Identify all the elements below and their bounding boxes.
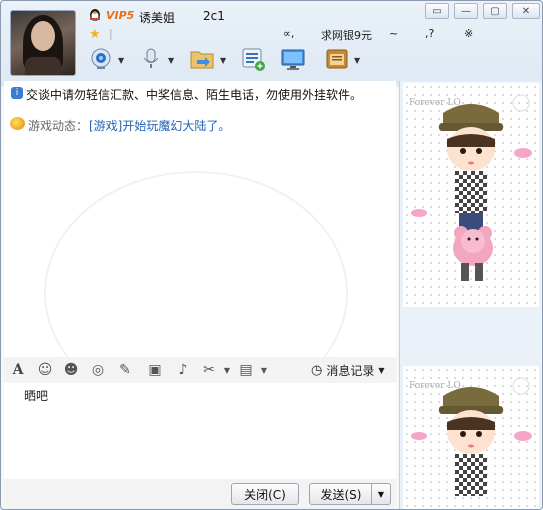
magic-face-icon[interactable]: ☻ bbox=[61, 360, 81, 380]
cartoon-girl-show-icon: Forever LO bbox=[409, 94, 532, 281]
close-chat-button[interactable]: 关闭(C) bbox=[231, 483, 299, 505]
voice-call-button[interactable] bbox=[137, 45, 165, 73]
screenshot-dropdown-arrow-icon[interactable]: ▼ bbox=[217, 360, 237, 380]
signature-part: ,? bbox=[425, 27, 435, 40]
add-list-icon bbox=[242, 48, 265, 71]
minimize-button[interactable]: — bbox=[454, 3, 478, 19]
signature-part: 求网银9元 bbox=[321, 29, 372, 42]
maximize-button[interactable]: ▢ bbox=[483, 3, 507, 19]
webcam-icon bbox=[91, 48, 111, 69]
game-activity-link[interactable]: [游戏]开始玩魔幻大陆了。 bbox=[89, 117, 230, 134]
signature-divider: | bbox=[109, 27, 113, 40]
send-file-button[interactable] bbox=[188, 45, 216, 73]
remote-assist-button[interactable] bbox=[279, 45, 307, 73]
contact-show-avatar[interactable]: Forever LO bbox=[403, 83, 539, 307]
game-activity-label: 游戏动态： bbox=[28, 119, 89, 133]
file-dropdown-arrow-icon[interactable]: ▼ bbox=[220, 56, 226, 65]
music-icon[interactable]: ♪ bbox=[173, 360, 193, 380]
emoji-icon[interactable]: ☺ bbox=[35, 360, 55, 380]
send-options-dropdown-arrow-icon[interactable]: ▼ bbox=[371, 483, 391, 505]
avatar-body bbox=[25, 57, 61, 75]
font-button[interactable]: A bbox=[8, 360, 28, 380]
security-warning-text: 交谈中请勿轻信汇款、中奖信息、陌生电话，勿使用外挂软件。 bbox=[26, 88, 363, 102]
contact-nickname: 诱美姐 bbox=[139, 11, 176, 25]
app-dropdown-arrow-icon[interactable]: ▼ bbox=[354, 56, 360, 65]
message-area[interactable]: i 交谈中请勿轻信汇款、中奖信息、陌生电话，勿使用外挂软件。 游戏动态： [游戏… bbox=[4, 81, 396, 415]
avatar-face bbox=[31, 21, 55, 51]
folder-arrow-icon bbox=[190, 51, 214, 69]
screenshot-scissors-icon[interactable]: ✂ bbox=[199, 360, 219, 380]
create-discussion-button[interactable] bbox=[239, 45, 267, 73]
contact-avatar[interactable] bbox=[10, 10, 76, 76]
app-menu-button[interactable] bbox=[323, 45, 351, 73]
signature-part: ∝, bbox=[283, 27, 295, 40]
format-toolbar: A ☺ ☻ ◎ ✎ ▣ ♪ ✂ ▼ ▤ ▼ ◷ 消息记录 ▼ bbox=[4, 357, 396, 383]
level-star-icon: ★ bbox=[89, 27, 101, 42]
message-input[interactable]: 晒吧 bbox=[4, 383, 396, 479]
cartoon-girl-show-icon: Forever LO bbox=[409, 377, 532, 496]
video-call-button[interactable] bbox=[87, 45, 115, 73]
message-input-text: 晒吧 bbox=[24, 389, 49, 403]
my-show-avatar[interactable]: Forever LO bbox=[403, 366, 539, 509]
bottom-bar: 关闭(C) 发送(S) ▼ bbox=[4, 479, 396, 509]
signature-part: ~ bbox=[389, 27, 399, 40]
doodle-icon[interactable]: ✎ bbox=[115, 360, 135, 380]
calendar-icon[interactable]: ▤ bbox=[236, 360, 256, 380]
qq-penguin-icon bbox=[90, 9, 100, 21]
monitor-icon bbox=[281, 49, 305, 70]
microphone-icon bbox=[143, 48, 159, 68]
show-sidebar: Forever LO Forever LO bbox=[399, 81, 542, 509]
app-box-icon bbox=[326, 49, 348, 69]
contact-nickname-suffix: 2c1 bbox=[203, 9, 225, 23]
chat-window: ▭ — ▢ ✕ VIP5 诱美姐 2c1 ★ | ∝, 求网银9元 ~ ,? ※… bbox=[0, 0, 543, 510]
calendar-dropdown-arrow-icon[interactable]: ▼ bbox=[254, 360, 274, 380]
show-text: Forever LO bbox=[409, 381, 461, 391]
vibrate-icon[interactable]: ◎ bbox=[88, 360, 108, 380]
security-shield-icon: i bbox=[11, 87, 23, 99]
signature-part: ※ bbox=[464, 27, 474, 40]
video-dropdown-arrow-icon[interactable]: ▼ bbox=[118, 56, 124, 65]
voice-dropdown-arrow-icon[interactable]: ▼ bbox=[168, 56, 174, 65]
send-image-icon[interactable]: ▣ bbox=[145, 360, 165, 380]
skin-button[interactable]: ▭ bbox=[425, 3, 449, 19]
message-history-button[interactable]: ◷ 消息记录 ▼ bbox=[311, 362, 385, 379]
clock-icon: ◷ bbox=[311, 363, 323, 378]
close-window-button[interactable]: ✕ bbox=[512, 3, 540, 19]
history-dropdown-arrow-icon: ▼ bbox=[378, 366, 385, 375]
game-activity-icon bbox=[10, 117, 25, 130]
send-button[interactable]: 发送(S) bbox=[309, 483, 373, 505]
vip-badge: VIP5 bbox=[106, 9, 135, 22]
message-history-label: 消息记录 bbox=[326, 364, 375, 378]
show-text: Forever LO bbox=[409, 98, 461, 108]
